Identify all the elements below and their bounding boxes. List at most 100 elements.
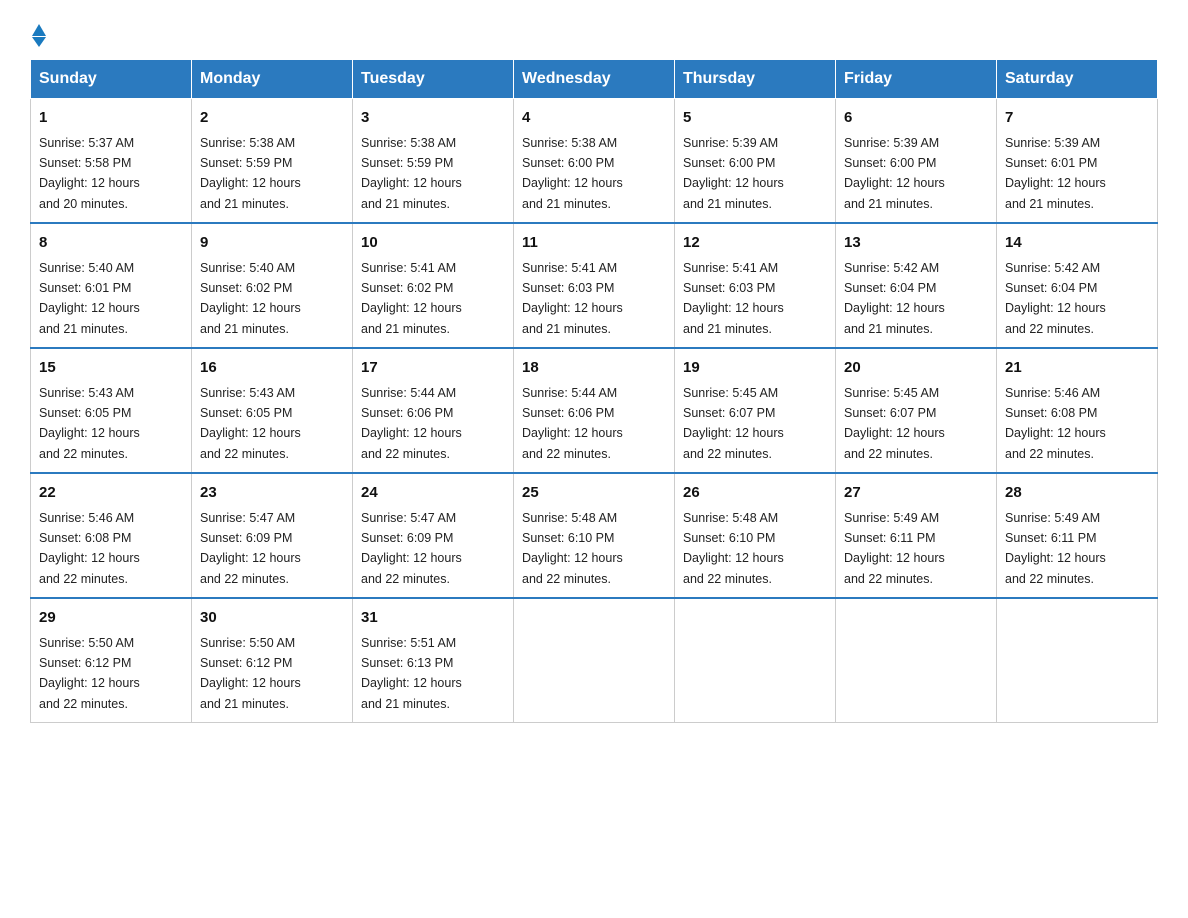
- day-info: Sunrise: 5:41 AMSunset: 6:02 PMDaylight:…: [361, 261, 462, 336]
- day-number: 7: [1005, 107, 1149, 130]
- day-info: Sunrise: 5:45 AMSunset: 6:07 PMDaylight:…: [844, 386, 945, 461]
- calendar-cell: 9 Sunrise: 5:40 AMSunset: 6:02 PMDayligh…: [192, 223, 353, 348]
- day-number: 11: [522, 232, 666, 255]
- weekday-header-friday: Friday: [836, 60, 997, 99]
- calendar-cell: 13 Sunrise: 5:42 AMSunset: 6:04 PMDaylig…: [836, 223, 997, 348]
- day-number: 20: [844, 357, 988, 380]
- calendar-cell: 30 Sunrise: 5:50 AMSunset: 6:12 PMDaylig…: [192, 598, 353, 723]
- day-number: 18: [522, 357, 666, 380]
- day-info: Sunrise: 5:40 AMSunset: 6:02 PMDaylight:…: [200, 261, 301, 336]
- calendar-cell: 14 Sunrise: 5:42 AMSunset: 6:04 PMDaylig…: [997, 223, 1158, 348]
- day-info: Sunrise: 5:44 AMSunset: 6:06 PMDaylight:…: [361, 386, 462, 461]
- day-number: 15: [39, 357, 183, 380]
- calendar-cell: 6 Sunrise: 5:39 AMSunset: 6:00 PMDayligh…: [836, 99, 997, 224]
- calendar-cell: 28 Sunrise: 5:49 AMSunset: 6:11 PMDaylig…: [997, 473, 1158, 598]
- day-number: 30: [200, 607, 344, 630]
- day-number: 13: [844, 232, 988, 255]
- week-row-4: 22 Sunrise: 5:46 AMSunset: 6:08 PMDaylig…: [31, 473, 1158, 598]
- day-info: Sunrise: 5:41 AMSunset: 6:03 PMDaylight:…: [683, 261, 784, 336]
- day-info: Sunrise: 5:43 AMSunset: 6:05 PMDaylight:…: [200, 386, 301, 461]
- day-info: Sunrise: 5:37 AMSunset: 5:58 PMDaylight:…: [39, 136, 140, 211]
- day-number: 23: [200, 482, 344, 505]
- weekday-header-wednesday: Wednesday: [514, 60, 675, 99]
- calendar-cell: 21 Sunrise: 5:46 AMSunset: 6:08 PMDaylig…: [997, 348, 1158, 473]
- day-info: Sunrise: 5:42 AMSunset: 6:04 PMDaylight:…: [1005, 261, 1106, 336]
- day-number: 27: [844, 482, 988, 505]
- day-info: Sunrise: 5:39 AMSunset: 6:00 PMDaylight:…: [844, 136, 945, 211]
- weekday-header-sunday: Sunday: [31, 60, 192, 99]
- day-number: 1: [39, 107, 183, 130]
- calendar-cell: 25 Sunrise: 5:48 AMSunset: 6:10 PMDaylig…: [514, 473, 675, 598]
- week-row-5: 29 Sunrise: 5:50 AMSunset: 6:12 PMDaylig…: [31, 598, 1158, 723]
- day-number: 17: [361, 357, 505, 380]
- day-info: Sunrise: 5:49 AMSunset: 6:11 PMDaylight:…: [844, 511, 945, 586]
- day-number: 25: [522, 482, 666, 505]
- weekday-header-monday: Monday: [192, 60, 353, 99]
- day-info: Sunrise: 5:39 AMSunset: 6:01 PMDaylight:…: [1005, 136, 1106, 211]
- day-info: Sunrise: 5:38 AMSunset: 5:59 PMDaylight:…: [200, 136, 301, 211]
- calendar-cell: [997, 598, 1158, 723]
- weekday-header-row: SundayMondayTuesdayWednesdayThursdayFrid…: [31, 60, 1158, 99]
- page-header: [30, 20, 1158, 39]
- day-info: Sunrise: 5:47 AMSunset: 6:09 PMDaylight:…: [361, 511, 462, 586]
- day-info: Sunrise: 5:44 AMSunset: 6:06 PMDaylight:…: [522, 386, 623, 461]
- calendar-cell: 29 Sunrise: 5:50 AMSunset: 6:12 PMDaylig…: [31, 598, 192, 723]
- day-info: Sunrise: 5:45 AMSunset: 6:07 PMDaylight:…: [683, 386, 784, 461]
- day-info: Sunrise: 5:50 AMSunset: 6:12 PMDaylight:…: [39, 636, 140, 711]
- calendar-cell: [836, 598, 997, 723]
- calendar-cell: 18 Sunrise: 5:44 AMSunset: 6:06 PMDaylig…: [514, 348, 675, 473]
- day-info: Sunrise: 5:41 AMSunset: 6:03 PMDaylight:…: [522, 261, 623, 336]
- day-number: 8: [39, 232, 183, 255]
- calendar-cell: 3 Sunrise: 5:38 AMSunset: 5:59 PMDayligh…: [353, 99, 514, 224]
- calendar-cell: [514, 598, 675, 723]
- day-number: 29: [39, 607, 183, 630]
- day-info: Sunrise: 5:43 AMSunset: 6:05 PMDaylight:…: [39, 386, 140, 461]
- week-row-3: 15 Sunrise: 5:43 AMSunset: 6:05 PMDaylig…: [31, 348, 1158, 473]
- day-number: 14: [1005, 232, 1149, 255]
- calendar-table: SundayMondayTuesdayWednesdayThursdayFrid…: [30, 59, 1158, 723]
- day-info: Sunrise: 5:38 AMSunset: 5:59 PMDaylight:…: [361, 136, 462, 211]
- day-number: 24: [361, 482, 505, 505]
- day-info: Sunrise: 5:39 AMSunset: 6:00 PMDaylight:…: [683, 136, 784, 211]
- calendar-cell: 15 Sunrise: 5:43 AMSunset: 6:05 PMDaylig…: [31, 348, 192, 473]
- calendar-cell: 11 Sunrise: 5:41 AMSunset: 6:03 PMDaylig…: [514, 223, 675, 348]
- calendar-cell: 31 Sunrise: 5:51 AMSunset: 6:13 PMDaylig…: [353, 598, 514, 723]
- calendar-cell: 4 Sunrise: 5:38 AMSunset: 6:00 PMDayligh…: [514, 99, 675, 224]
- calendar-cell: 2 Sunrise: 5:38 AMSunset: 5:59 PMDayligh…: [192, 99, 353, 224]
- day-info: Sunrise: 5:49 AMSunset: 6:11 PMDaylight:…: [1005, 511, 1106, 586]
- calendar-cell: 19 Sunrise: 5:45 AMSunset: 6:07 PMDaylig…: [675, 348, 836, 473]
- day-info: Sunrise: 5:42 AMSunset: 6:04 PMDaylight:…: [844, 261, 945, 336]
- day-number: 22: [39, 482, 183, 505]
- day-number: 16: [200, 357, 344, 380]
- day-info: Sunrise: 5:46 AMSunset: 6:08 PMDaylight:…: [39, 511, 140, 586]
- calendar-cell: 5 Sunrise: 5:39 AMSunset: 6:00 PMDayligh…: [675, 99, 836, 224]
- calendar-cell: 24 Sunrise: 5:47 AMSunset: 6:09 PMDaylig…: [353, 473, 514, 598]
- day-info: Sunrise: 5:48 AMSunset: 6:10 PMDaylight:…: [683, 511, 784, 586]
- calendar-cell: 1 Sunrise: 5:37 AMSunset: 5:58 PMDayligh…: [31, 99, 192, 224]
- day-number: 3: [361, 107, 505, 130]
- day-number: 19: [683, 357, 827, 380]
- day-number: 2: [200, 107, 344, 130]
- day-number: 10: [361, 232, 505, 255]
- calendar-cell: 22 Sunrise: 5:46 AMSunset: 6:08 PMDaylig…: [31, 473, 192, 598]
- week-row-2: 8 Sunrise: 5:40 AMSunset: 6:01 PMDayligh…: [31, 223, 1158, 348]
- day-info: Sunrise: 5:40 AMSunset: 6:01 PMDaylight:…: [39, 261, 140, 336]
- day-number: 31: [361, 607, 505, 630]
- day-number: 26: [683, 482, 827, 505]
- weekday-header-thursday: Thursday: [675, 60, 836, 99]
- calendar-cell: 23 Sunrise: 5:47 AMSunset: 6:09 PMDaylig…: [192, 473, 353, 598]
- day-number: 5: [683, 107, 827, 130]
- weekday-header-saturday: Saturday: [997, 60, 1158, 99]
- day-info: Sunrise: 5:50 AMSunset: 6:12 PMDaylight:…: [200, 636, 301, 711]
- day-info: Sunrise: 5:48 AMSunset: 6:10 PMDaylight:…: [522, 511, 623, 586]
- calendar-cell: [675, 598, 836, 723]
- calendar-cell: 20 Sunrise: 5:45 AMSunset: 6:07 PMDaylig…: [836, 348, 997, 473]
- day-info: Sunrise: 5:47 AMSunset: 6:09 PMDaylight:…: [200, 511, 301, 586]
- calendar-cell: 27 Sunrise: 5:49 AMSunset: 6:11 PMDaylig…: [836, 473, 997, 598]
- day-number: 6: [844, 107, 988, 130]
- week-row-1: 1 Sunrise: 5:37 AMSunset: 5:58 PMDayligh…: [31, 99, 1158, 224]
- day-info: Sunrise: 5:51 AMSunset: 6:13 PMDaylight:…: [361, 636, 462, 711]
- calendar-cell: 8 Sunrise: 5:40 AMSunset: 6:01 PMDayligh…: [31, 223, 192, 348]
- day-number: 9: [200, 232, 344, 255]
- logo: [30, 20, 46, 39]
